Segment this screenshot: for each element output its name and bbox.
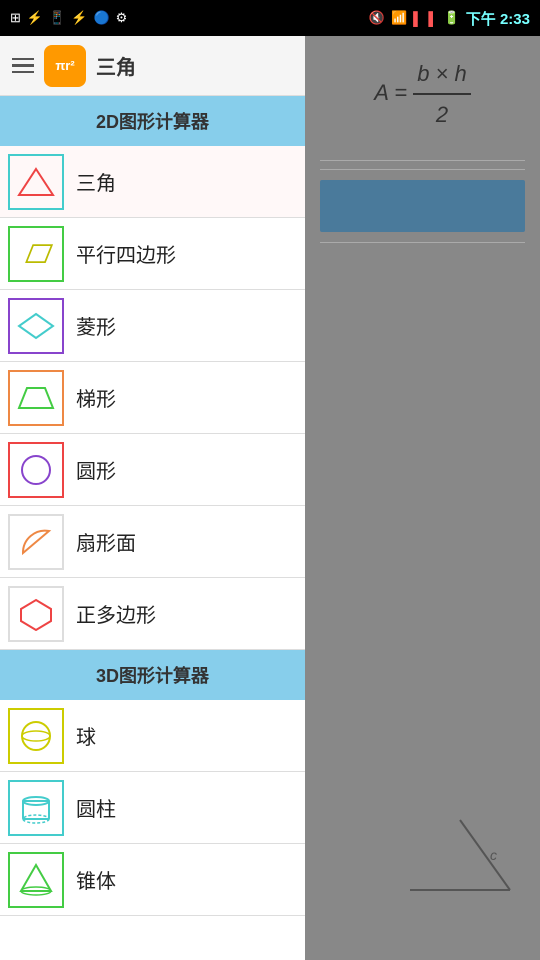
polygon-icon-box bbox=[8, 586, 64, 642]
add-icon: ⊞ bbox=[10, 10, 21, 26]
sector-icon-box bbox=[8, 514, 64, 570]
signal1-icon: ▌ bbox=[413, 11, 422, 26]
sidebar-item-trapezoid[interactable]: 梯形 bbox=[0, 362, 305, 434]
sector-label: 扇形面 bbox=[76, 527, 136, 556]
polygon-label: 正多边形 bbox=[76, 599, 156, 628]
sidebar-item-sphere[interactable]: 球 bbox=[0, 700, 305, 772]
sidebar-item-circle[interactable]: 圆形 bbox=[0, 434, 305, 506]
battery-icon: 🔋 bbox=[444, 10, 460, 26]
sphere-label: 球 bbox=[76, 721, 96, 750]
triangle-label: 三角 bbox=[76, 167, 116, 196]
time-display: 下午 2:33 bbox=[466, 8, 530, 29]
app-logo: πr² bbox=[44, 45, 86, 87]
formula-denominator: 2 bbox=[432, 95, 452, 132]
sidebar-item-sector[interactable]: 扇形面 bbox=[0, 506, 305, 578]
sphere-icon-box bbox=[8, 708, 64, 764]
sidebar-item-cone[interactable]: 锥体 bbox=[0, 844, 305, 916]
cone-label: 锥体 bbox=[76, 865, 116, 894]
section-3d-header: 3D图形计算器 bbox=[0, 650, 305, 700]
mute-icon: 🔇 bbox=[369, 10, 385, 26]
circle-label: 圆形 bbox=[76, 455, 116, 484]
cone-icon-box bbox=[8, 852, 64, 908]
rhombus-icon-box bbox=[8, 298, 64, 354]
app-header: πr² 三角 bbox=[0, 36, 305, 96]
sidebar-item-parallelogram[interactable]: 平行四边形 bbox=[0, 218, 305, 290]
sidebar-item-triangle[interactable]: 三角 bbox=[0, 146, 305, 218]
compass-icon: 🔵 bbox=[93, 10, 109, 26]
usb-icon: ⚡ bbox=[27, 10, 43, 26]
input-line-3 bbox=[320, 242, 525, 243]
formula-display: A = b × h 2 bbox=[374, 56, 471, 132]
circle-icon-box bbox=[8, 442, 64, 498]
sidebar-item-cylinder[interactable]: 圆柱 bbox=[0, 772, 305, 844]
hamburger-menu[interactable] bbox=[12, 58, 34, 74]
sidebar: πr² 三角 2D图形计算器 三角 平行四边形 bbox=[0, 36, 305, 960]
wifi-icon: 📶 bbox=[391, 10, 407, 26]
status-bar: ⊞ ⚡ 📱 ⚡ 🔵 ⚙ 🔇 📶 ▌ ▌ 🔋 下午 2:33 bbox=[0, 0, 540, 36]
parallelogram-icon-box bbox=[8, 226, 64, 282]
cylinder-label: 圆柱 bbox=[76, 793, 116, 822]
formula-lhs: A = bbox=[374, 80, 407, 105]
rhombus-label: 菱形 bbox=[76, 311, 116, 340]
triangle-diagram: c bbox=[400, 810, 520, 900]
settings-icon: ⚙ bbox=[116, 10, 128, 26]
formula-area: A = b × h 2 bbox=[305, 36, 540, 152]
trapezoid-icon-box bbox=[8, 370, 64, 426]
triangle-icon-box bbox=[8, 154, 64, 210]
trapezoid-label: 梯形 bbox=[76, 383, 116, 412]
content-panel: A = b × h 2 c bbox=[305, 36, 540, 960]
input-line-2 bbox=[320, 169, 525, 170]
usb2-icon: ⚡ bbox=[71, 10, 87, 26]
section-2d-header: 2D图形计算器 bbox=[0, 96, 305, 146]
calculate-button[interactable] bbox=[320, 180, 525, 232]
sidebar-item-rhombus[interactable]: 菱形 bbox=[0, 290, 305, 362]
signal2-icon: ▌ bbox=[428, 11, 437, 26]
phone-icon: 📱 bbox=[49, 10, 65, 26]
formula-numerator: b × h bbox=[413, 56, 471, 95]
parallelogram-label: 平行四边形 bbox=[76, 239, 176, 268]
svg-text:c: c bbox=[490, 847, 497, 863]
app-title: 三角 bbox=[96, 51, 293, 80]
sidebar-item-polygon[interactable]: 正多边形 bbox=[0, 578, 305, 650]
formula-fraction: b × h 2 bbox=[413, 56, 471, 132]
input-line-1 bbox=[320, 160, 525, 161]
cylinder-icon-box bbox=[8, 780, 64, 836]
